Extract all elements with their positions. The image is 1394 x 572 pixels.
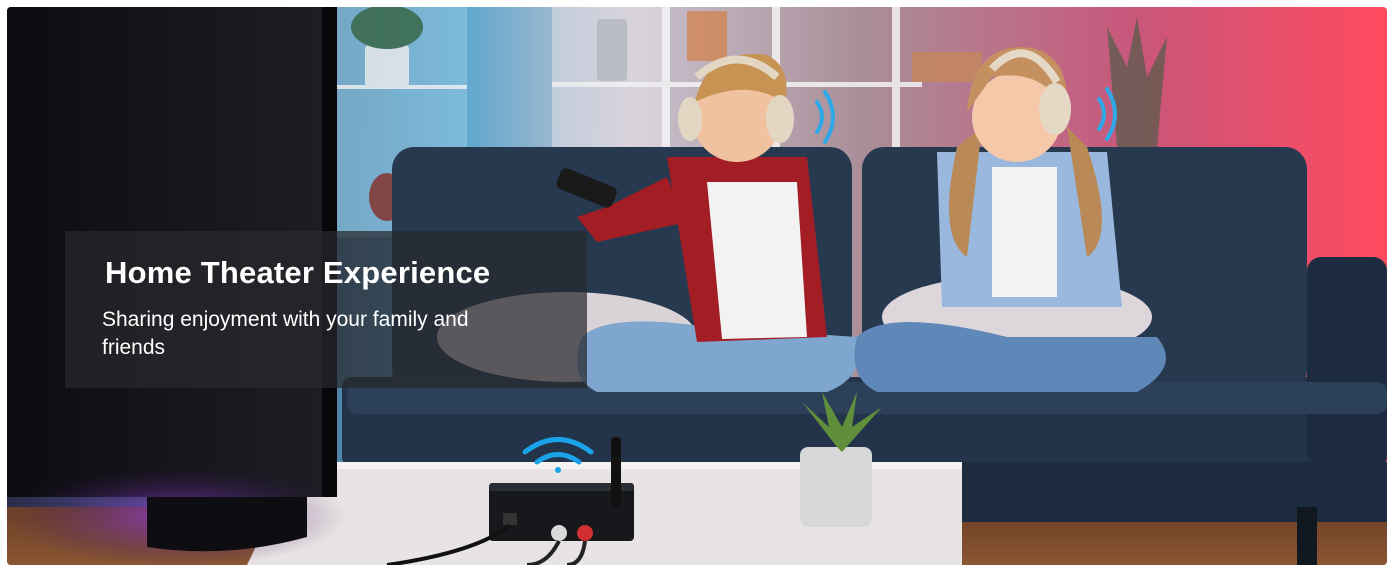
banner-subtitle: Sharing enjoyment with your family and f… <box>102 308 469 359</box>
banner-title: Home Theater Experience <box>105 255 491 290</box>
hero-banner: Home Theater Experience Sharing enjoymen… <box>7 7 1387 565</box>
caption-panel: Home Theater Experience Sharing enjoymen… <box>65 231 587 388</box>
